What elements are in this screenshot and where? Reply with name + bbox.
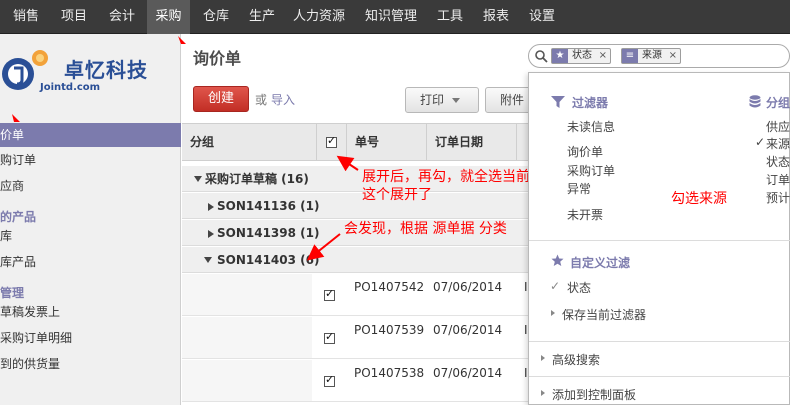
advanced-search[interactable]: 高级搜索 <box>552 351 600 368</box>
arrow-to-select-all <box>336 155 359 172</box>
group-by-heading: 分组 <box>766 96 790 110</box>
dropdown-divider <box>529 240 790 241</box>
group-by-source-checkmark-icon: ✓ <box>755 135 766 149</box>
add-to-dashboard[interactable]: 添加到控制面板 <box>552 386 636 403</box>
filter-icon <box>551 96 565 108</box>
expand-arrow-icon <box>541 355 545 361</box>
save-current-filter[interactable]: 保存当前过滤器 <box>562 306 646 323</box>
filter-rfq[interactable]: 询价单 <box>567 143 603 160</box>
marker-triangle-sidebar <box>12 114 20 122</box>
custom-filter-check-icon: ✓ <box>550 279 561 293</box>
group-by-expected[interactable]: 预计 <box>766 189 790 206</box>
filter-exception[interactable]: 异常 <box>567 180 591 197</box>
star-icon <box>551 254 564 266</box>
expand-arrow-icon <box>551 310 555 316</box>
dropdown-divider <box>529 341 790 342</box>
group-by-source[interactable]: 来源 <box>766 135 790 152</box>
search-options-dropdown: 过滤器 未读信息 询价单 采购订单 异常 未开票 分组 供应 ✓ 来源 状态 订… <box>528 72 790 405</box>
group-by-order[interactable]: 订单 <box>766 171 790 188</box>
expand-arrow-icon <box>541 390 545 396</box>
annotation-note-check-source: 勾选来源 <box>671 191 727 207</box>
custom-filter-heading: 自定义过滤 <box>570 256 631 270</box>
filters-heading: 过滤器 <box>572 96 609 110</box>
custom-filter-status[interactable]: 状态 <box>567 279 591 296</box>
group-by-icon <box>749 95 761 108</box>
filter-not-invoiced[interactable]: 未开票 <box>567 206 603 223</box>
dropdown-divider <box>529 376 790 377</box>
arrow-to-group-row <box>306 233 341 261</box>
filter-unread[interactable]: 未读信息 <box>567 118 615 135</box>
filter-purchase-order[interactable]: 采购订单 <box>567 162 615 179</box>
marker-triangle-nav <box>178 36 186 44</box>
group-by-status[interactable]: 状态 <box>766 153 790 170</box>
group-by-supplier[interactable]: 供应 <box>766 118 790 135</box>
